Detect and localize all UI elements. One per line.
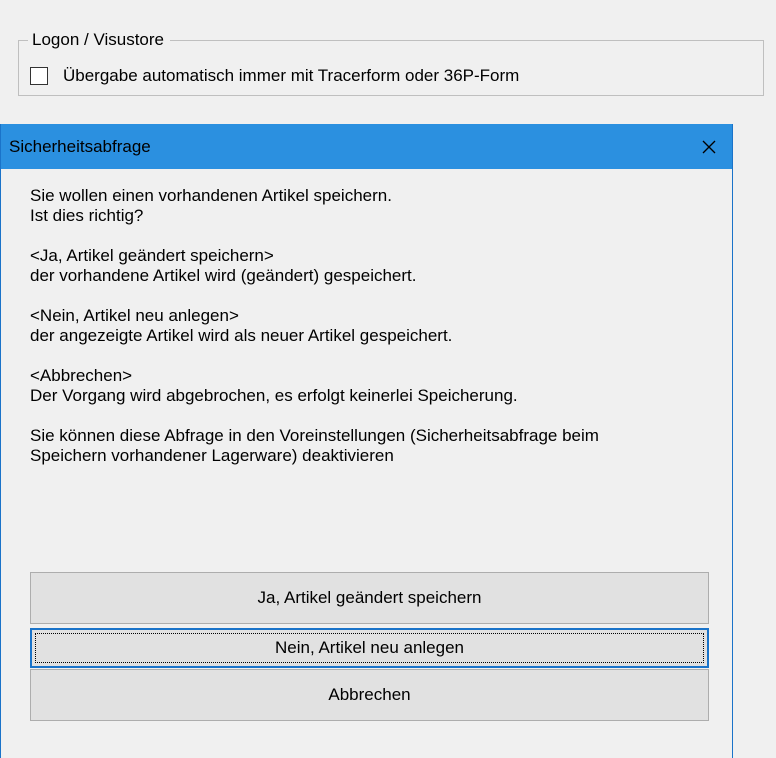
tracerform-checkbox-row[interactable]: Übergabe automatisch immer mit Tracerfor…	[30, 64, 519, 88]
create-new-article-label: Nein, Artikel neu anlegen	[274, 638, 465, 657]
message-paragraph-no: <Nein, Artikel neu anlegen> der angezeig…	[30, 306, 730, 346]
message-line: Ist dies richtig?	[30, 206, 144, 225]
create-new-article-button[interactable]: Nein, Artikel neu anlegen	[30, 628, 709, 668]
save-changed-article-button[interactable]: Ja, Artikel geändert speichern	[30, 572, 709, 624]
tracerform-checkbox[interactable]	[30, 67, 48, 85]
message-line: der angezeigte Artikel wird als neuer Ar…	[30, 326, 453, 345]
message-paragraph-yes: <Ja, Artikel geändert speichern> der vor…	[30, 246, 730, 286]
message-line: Sie wollen einen vorhandenen Artikel spe…	[30, 186, 392, 205]
message-line: <Ja, Artikel geändert speichern>	[30, 246, 274, 265]
close-button[interactable]	[686, 124, 732, 169]
groupbox-title: Logon / Visustore	[28, 29, 170, 51]
message-line: <Abbrechen>	[30, 366, 133, 385]
dialog-title: Sicherheitsabfrage	[9, 136, 151, 156]
dialog-titlebar[interactable]: Sicherheitsabfrage	[1, 124, 732, 169]
confirmation-dialog: Sicherheitsabfrage Sie wollen einen vorh…	[0, 124, 733, 758]
cancel-button[interactable]: Abbrechen	[30, 669, 709, 721]
message-line: Sie können diese Abfrage in den Voreinst…	[30, 426, 599, 445]
message-paragraph-question: Sie wollen einen vorhandenen Artikel spe…	[30, 186, 730, 226]
message-line: Speichern vorhandener Lagerware) deaktiv…	[30, 446, 394, 465]
tracerform-checkbox-label[interactable]: Übergabe automatisch immer mit Tracerfor…	[63, 65, 519, 87]
message-line: <Nein, Artikel neu anlegen>	[30, 306, 239, 325]
message-line: Der Vorgang wird abgebrochen, es erfolgt…	[30, 386, 518, 405]
message-paragraph-cancel: <Abbrechen> Der Vorgang wird abgebrochen…	[30, 366, 730, 406]
close-icon	[702, 140, 716, 153]
dialog-message: Sie wollen einen vorhandenen Artikel spe…	[30, 186, 730, 486]
message-paragraph-settings: Sie können diese Abfrage in den Voreinst…	[30, 426, 730, 466]
message-line: der vorhandene Artikel wird (geändert) g…	[30, 266, 417, 285]
